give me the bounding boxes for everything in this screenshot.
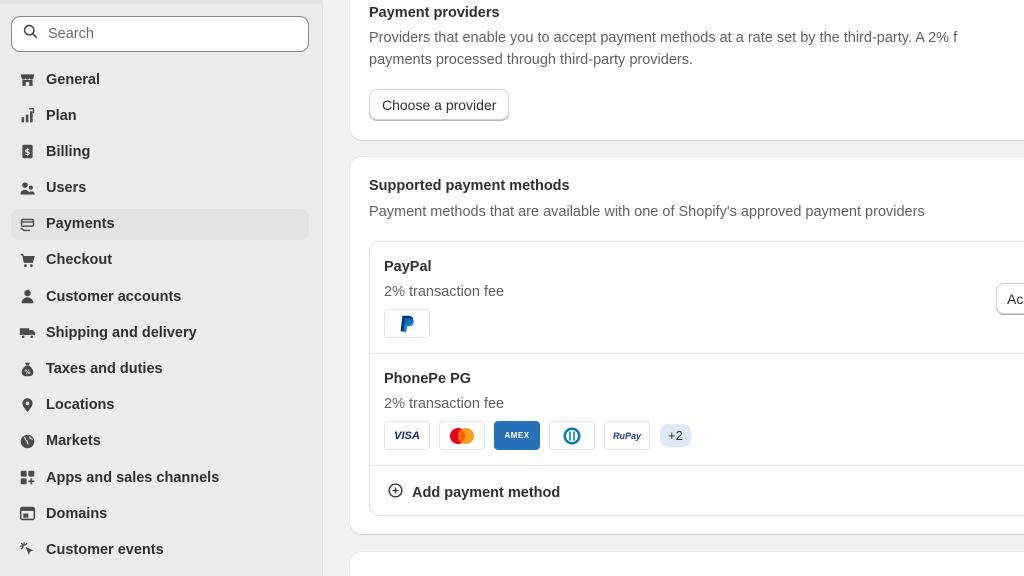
search-box[interactable]: [11, 16, 309, 52]
payment-method-fee: 2% transaction fee: [384, 396, 505, 412]
card-description: Payment methods that are available with …: [369, 204, 925, 220]
mastercard-logo-icon: [439, 421, 485, 450]
divider: [370, 465, 1024, 466]
sidebar-item-label: Markets: [46, 433, 101, 450]
sidebar-item-label: Domains: [46, 505, 108, 522]
sidebar-item-label: Checkout: [46, 252, 113, 269]
svg-text:%: %: [24, 369, 30, 376]
domain-icon: [18, 505, 36, 523]
payments-icon: [18, 215, 36, 233]
next-settings-card: [350, 552, 1024, 576]
search-icon: [22, 23, 39, 45]
sidebar-item-label: Taxes and duties: [46, 361, 163, 377]
sidebar-item-label: Shipping and delivery: [46, 324, 197, 341]
sidebar-item-label: Apps and sales channels: [46, 469, 220, 486]
card-title: Supported payment methods: [369, 178, 570, 194]
sidebar-item-label: Payments: [46, 216, 115, 233]
payment-providers-card: Payment providers Providers that enable …: [350, 0, 1024, 140]
sidebar-nav: General Plan $ Billing Users Payments Ch…: [11, 64, 309, 571]
visa-logo-text: VISA: [394, 429, 420, 442]
sidebar-item-label: Locations: [46, 397, 115, 414]
visa-logo-icon: VISA: [384, 421, 430, 450]
sidebar-item-label: Plan: [46, 107, 77, 124]
sidebar-item-payments[interactable]: Payments: [11, 208, 309, 240]
sidebar-item-customer-events[interactable]: Customer events: [11, 534, 309, 565]
payment-method-name: PayPal: [384, 259, 432, 275]
amex-logo-icon: AMEX: [494, 421, 540, 450]
store-icon: [18, 71, 36, 89]
svg-text:$: $: [24, 148, 30, 158]
person-icon: [18, 288, 36, 306]
plus-circle-icon: [387, 482, 412, 503]
add-payment-method-button[interactable]: Add payment method: [387, 482, 560, 503]
sidebar-item-taxes[interactable]: % Taxes and duties: [11, 354, 309, 385]
sidebar-item-users[interactable]: Users: [11, 173, 309, 204]
cursor-click-icon: [18, 541, 36, 559]
sidebar-item-apps[interactable]: Apps and sales channels: [11, 462, 309, 493]
sidebar-item-domains[interactable]: Domains: [11, 498, 309, 529]
tax-icon: %: [18, 360, 36, 378]
rupay-logo-text: RuPay: [612, 430, 641, 441]
sidebar-item-customer-accounts[interactable]: Customer accounts: [11, 281, 309, 312]
settings-sidebar: General Plan $ Billing Users Payments Ch…: [0, 0, 323, 576]
more-methods-badge: +2: [660, 424, 691, 447]
payment-method-paypal: PayPal 2% transaction fee: [384, 259, 504, 338]
diners-club-logo-icon: [549, 421, 595, 450]
add-payment-method-label: Add payment method: [412, 484, 561, 501]
sidebar-item-billing[interactable]: $ Billing: [11, 136, 309, 167]
location-pin-icon: [18, 396, 36, 414]
billing-icon: $: [18, 143, 36, 161]
search-input[interactable]: [48, 26, 288, 42]
payment-method-fee: 2% transaction fee: [384, 284, 505, 300]
sidebar-item-markets[interactable]: Markets: [11, 426, 309, 457]
supported-payment-methods-card: Supported payment methods Payment method…: [350, 157, 1024, 534]
sidebar-item-label: Billing: [46, 143, 91, 160]
users-icon: [18, 179, 36, 197]
globe-icon: [18, 432, 36, 450]
sidebar-item-label: Customer accounts: [46, 288, 182, 305]
sidebar-item-general[interactable]: General: [11, 64, 309, 95]
card-description-line1: Providers that enable you to accept paym…: [369, 30, 958, 46]
apps-icon: [18, 469, 36, 487]
divider: [370, 353, 1024, 354]
sidebar-item-checkout[interactable]: Checkout: [11, 245, 309, 276]
payment-method-phonepe: PhonePe PG 2% transaction fee VISA AMEX: [384, 371, 691, 450]
card-description-line2: payments processed through third-party p…: [369, 52, 693, 68]
sidebar-item-label: Customer events: [46, 541, 164, 558]
paypal-logo-icon: [384, 309, 430, 338]
sidebar-top-strip: [0, 0, 323, 4]
payment-methods-list: PayPal 2% transaction fee Ac PhonePe PG …: [369, 241, 1024, 516]
activate-paypal-button[interactable]: Ac: [996, 283, 1024, 314]
sidebar-item-locations[interactable]: Locations: [11, 390, 309, 421]
sidebar-item-shipping[interactable]: Shipping and delivery: [11, 317, 309, 348]
main-content: Payment providers Providers that enable …: [323, 0, 1024, 576]
truck-icon: [18, 324, 36, 342]
rupay-logo-icon: RuPay: [604, 421, 650, 450]
amex-logo-text: AMEX: [504, 431, 530, 440]
plan-icon: [18, 107, 36, 125]
choose-provider-button[interactable]: Choose a provider: [369, 89, 510, 120]
sidebar-item-plan[interactable]: Plan: [11, 100, 309, 131]
sidebar-item-label: Users: [46, 180, 87, 197]
card-title: Payment providers: [369, 5, 500, 21]
payment-method-name: PhonePe PG: [384, 371, 472, 387]
sidebar-item-label: General: [46, 71, 100, 88]
cart-icon: [18, 251, 36, 269]
